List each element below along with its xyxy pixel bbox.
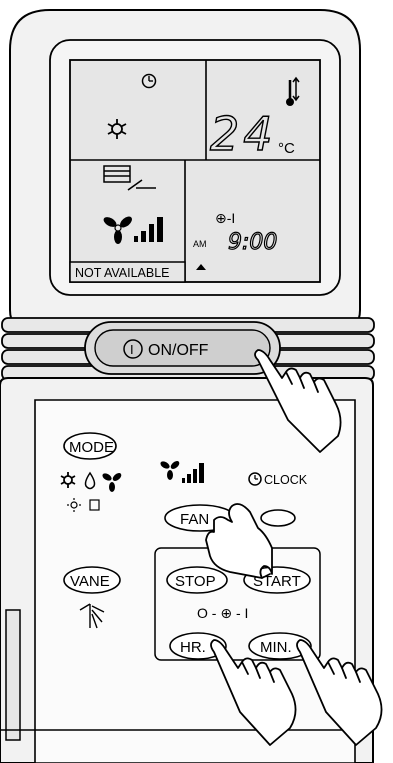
- temperature-unit: °C: [278, 140, 295, 157]
- side-clip: [5, 609, 21, 741]
- onoff-button[interactable]: I ON/OFF: [84, 321, 281, 375]
- time-value: 9:00: [228, 230, 277, 255]
- hr-label: HR.: [180, 639, 206, 656]
- min-label: MIN.: [260, 639, 292, 656]
- remote-control-diagram: 24 °C NOT AVAILABLE ⊕-I AM 9:00 I ON/OFF: [0, 9, 383, 763]
- power-icon: I: [130, 342, 134, 357]
- fan-label: FAN: [180, 511, 209, 528]
- vane-button[interactable]: VANE: [63, 566, 121, 594]
- clock-label: CLOCK: [264, 473, 308, 487]
- stop-label: STOP: [175, 573, 216, 590]
- vane-label: VANE: [70, 573, 110, 590]
- mode-label: MODE: [69, 439, 114, 456]
- onoff-label: ON/OFF: [148, 342, 209, 359]
- stop-button[interactable]: STOP: [166, 566, 228, 594]
- temperature-value: 24: [210, 107, 277, 161]
- timer-mode-indicator: ⊕-I: [215, 210, 235, 226]
- mode-button[interactable]: MODE: [63, 432, 117, 460]
- timer-sequence-label: O - ⊕ - I: [197, 605, 248, 621]
- not-available-label: NOT AVAILABLE: [75, 266, 170, 280]
- am-indicator: AM: [193, 239, 207, 249]
